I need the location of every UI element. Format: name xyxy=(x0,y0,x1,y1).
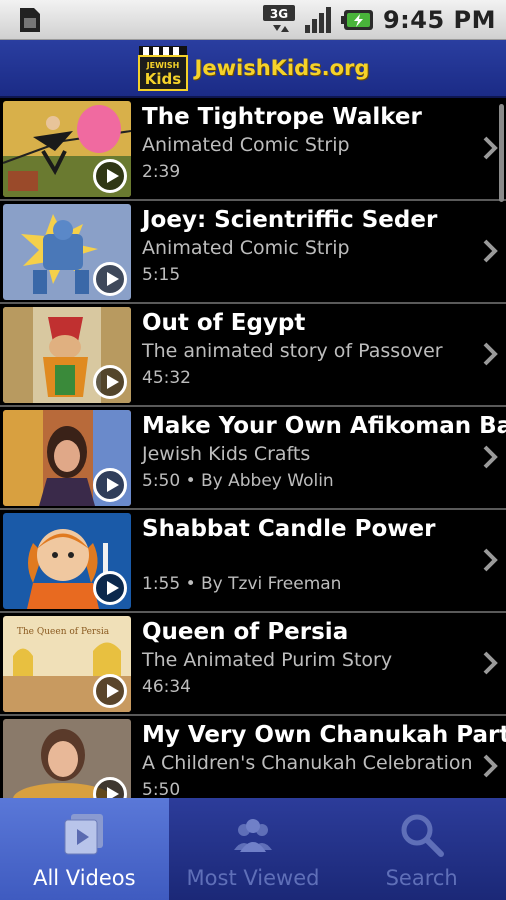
video-thumbnail xyxy=(3,719,131,798)
video-meta: 1:55 • By Tzvi Freeman xyxy=(142,574,342,594)
video-title: Joey: Scientriffic Seder xyxy=(142,207,438,233)
video-title: Queen of Persia xyxy=(142,619,349,645)
play-icon xyxy=(93,468,127,502)
video-row-tightrope-walker[interactable]: The Tightrope Walker Animated Comic Stri… xyxy=(0,98,506,201)
video-title: Shabbat Candle Power xyxy=(142,516,436,542)
video-thumbnail: The Queen of Persia xyxy=(3,616,131,712)
video-row-queen-of-persia[interactable]: The Queen of Persia Queen of Persia The … xyxy=(0,613,506,716)
video-title: Out of Egypt xyxy=(142,310,306,336)
battery-charging-icon xyxy=(340,10,373,30)
video-row-chanukah-party[interactable]: My Very Own Chanukah Party A Children's … xyxy=(0,716,506,798)
logo-badge-top: JEWISH xyxy=(145,61,179,70)
chevron-right-icon xyxy=(483,136,498,160)
chevron-right-icon xyxy=(483,548,498,572)
app-header: JEWISH Kids JewishKids.org xyxy=(0,40,506,98)
tab-label: All Videos xyxy=(33,866,136,890)
video-meta: 46:34 xyxy=(142,677,191,697)
video-meta: 45:32 xyxy=(142,368,191,388)
video-title: My Very Own Chanukah Party xyxy=(142,722,506,748)
tab-most-viewed[interactable]: Most Viewed xyxy=(169,798,338,900)
chevron-right-icon xyxy=(483,445,498,469)
status-bar: 3G 9:45 PM xyxy=(0,0,506,40)
tab-label: Search xyxy=(385,866,458,890)
video-subtitle: Animated Comic Strip xyxy=(142,134,350,156)
video-row-afikoman-bag[interactable]: Make Your Own Afikoman Bag Jewish Kids C… xyxy=(0,407,506,510)
video-meta: 2:39 xyxy=(142,162,181,182)
video-subtitle: The Animated Purim Story xyxy=(142,649,393,671)
chevron-right-icon xyxy=(483,239,498,263)
video-thumbnail xyxy=(3,101,131,197)
play-icon xyxy=(93,159,127,193)
video-thumbnail xyxy=(3,513,131,609)
tab-search[interactable]: Search xyxy=(337,798,506,900)
network-label: 3G xyxy=(270,7,288,21)
video-subtitle: A Children's Chanukah Celebration xyxy=(142,752,473,774)
video-icon xyxy=(64,814,104,855)
video-row-scientriffic-seder[interactable]: Joey: Scientriffic Seder Animated Comic … xyxy=(0,201,506,304)
sim-card-icon xyxy=(20,8,40,32)
tab-label: Most Viewed xyxy=(186,866,320,890)
chevron-right-icon xyxy=(483,342,498,366)
signal-strength-icon xyxy=(304,7,331,33)
chevron-right-icon xyxy=(483,651,498,675)
play-icon xyxy=(93,365,127,399)
video-subtitle: The animated story of Passover xyxy=(142,340,443,362)
tab-all-videos[interactable]: All Videos xyxy=(0,798,169,900)
play-icon xyxy=(93,262,127,296)
app-title: JewishKids.org xyxy=(194,56,370,80)
video-thumbnail xyxy=(3,204,131,300)
clock: 9:45 PM xyxy=(382,6,496,34)
video-subtitle: Animated Comic Strip xyxy=(142,237,350,259)
people-icon xyxy=(234,819,272,852)
search-icon xyxy=(401,814,444,857)
play-icon xyxy=(93,571,127,605)
video-list[interactable]: The Tightrope Walker Animated Comic Stri… xyxy=(0,98,506,798)
video-title: Make Your Own Afikoman Bag xyxy=(142,413,506,439)
video-meta: 5:50 • By Abbey Wolin xyxy=(142,471,334,491)
video-meta: 5:15 xyxy=(142,265,181,285)
video-thumbnail xyxy=(3,307,131,403)
video-row-out-of-egypt[interactable]: Out of Egypt The animated story of Passo… xyxy=(0,304,506,407)
video-row-shabbat-candle-power[interactable]: Shabbat Candle Power 1:55 • By Tzvi Free… xyxy=(0,510,506,613)
chevron-right-icon xyxy=(483,754,498,778)
bottom-tab-bar: All Videos Most Viewed Search xyxy=(0,798,506,900)
logo-badge-bottom: Kids xyxy=(144,70,181,88)
video-subtitle: Jewish Kids Crafts xyxy=(142,443,311,465)
video-meta: 5:50 xyxy=(142,780,181,798)
video-title: The Tightrope Walker xyxy=(142,104,422,130)
jewishkids-logo-icon: JEWISH Kids xyxy=(137,46,188,91)
video-thumbnail xyxy=(3,410,131,506)
network-3g-icon: 3G xyxy=(262,5,295,32)
list-scrollbar[interactable] xyxy=(499,104,504,202)
play-icon xyxy=(93,674,127,708)
thumb-caption: The Queen of Persia xyxy=(17,627,110,637)
